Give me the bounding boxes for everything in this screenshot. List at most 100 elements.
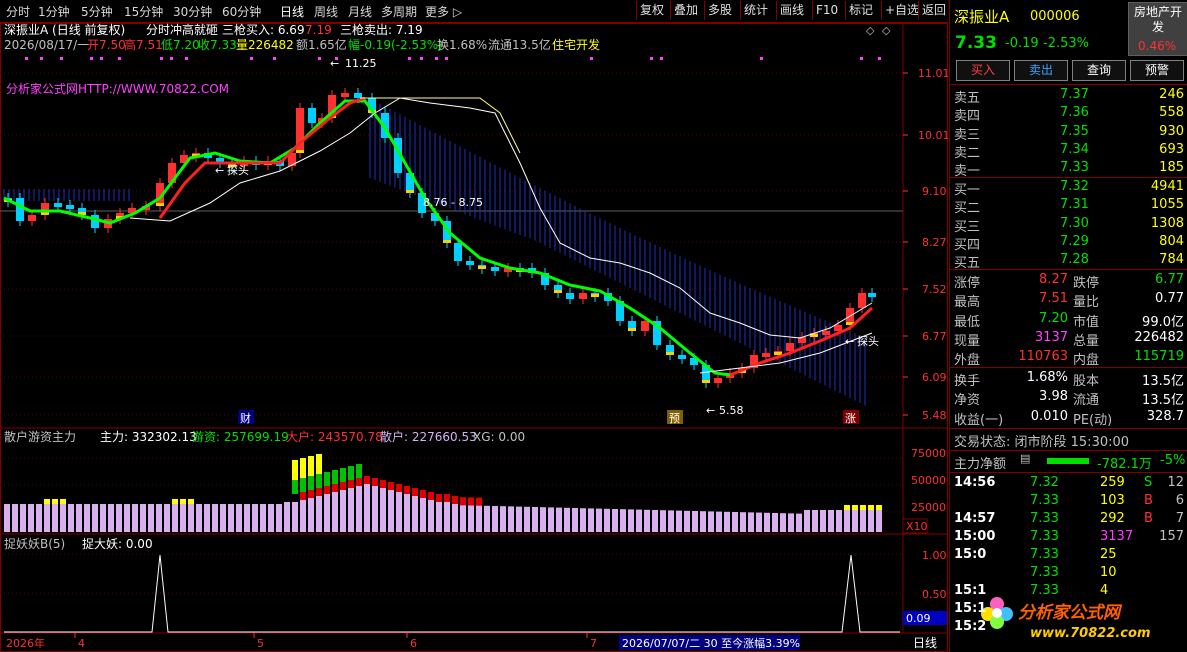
signal-dot — [60, 57, 63, 60]
book-row[interactable]: 卖一 7.33 185 — [950, 160, 1187, 179]
tab-daily[interactable]: 日线 — [280, 3, 304, 20]
tab-more[interactable]: 更多 ▷ — [425, 3, 462, 20]
overlay-button[interactable]: 叠加 — [670, 1, 701, 20]
period-toolbar: 分时 1分钟 5分钟 15分钟 30分钟 60分钟 日线 周线 月线 多周期 更… — [0, 0, 948, 23]
tick-cell: 25 — [1100, 547, 1117, 562]
tab-weekly[interactable]: 周线 — [314, 3, 338, 20]
book-row[interactable]: 买四 7.29 804 — [950, 233, 1187, 253]
y-tick: 9.10 — [922, 185, 947, 198]
query-button[interactable]: 查询 — [1072, 60, 1126, 81]
forecast-marker[interactable]: 预 — [669, 412, 680, 425]
tick-cell: 4 — [1100, 583, 1109, 598]
sanhu-value: 散户: 227660.53 — [380, 429, 477, 444]
book-row[interactable]: 卖二 7.34 693 — [950, 141, 1187, 161]
volume-bar-green — [324, 472, 330, 486]
volume-bar — [44, 504, 50, 532]
signal-dot — [408, 57, 411, 60]
multi-stock-button[interactable]: 多股 — [704, 1, 735, 20]
book-label: 卖二 — [954, 145, 981, 161]
candle-highlight — [406, 190, 414, 193]
high-mark: 11.25 — [345, 57, 377, 70]
period-label[interactable]: 日线 — [913, 636, 937, 650]
volume-bar-yellow — [60, 499, 66, 504]
buy-button[interactable]: 买入 — [956, 60, 1010, 81]
book-price: 7.37 — [1060, 87, 1089, 102]
tick-count: 7 — [1175, 511, 1184, 526]
tab-1min[interactable]: 1分钟 — [38, 3, 70, 20]
back-button[interactable]: 返回 — [918, 1, 949, 20]
probe-right-arrow: ← — [845, 335, 854, 348]
draw-line-button[interactable]: 画线 — [776, 1, 807, 20]
book-volume: 804 — [1159, 233, 1184, 249]
tab-multi-period[interactable]: 多周期 — [381, 3, 417, 20]
volume-bar — [196, 504, 202, 532]
zhuli-value: 主力: 332302.13 — [100, 430, 197, 444]
y-tick: 6.77 — [922, 330, 947, 343]
tab-30min[interactable]: 30分钟 — [173, 3, 212, 20]
tick-cell: B — [1144, 511, 1153, 526]
book-row[interactable]: 卖三 7.35 930 — [950, 124, 1187, 143]
tab-15min[interactable]: 15分钟 — [124, 3, 163, 20]
date-tick: 5 — [257, 637, 264, 650]
statistics-button[interactable]: 统计 — [740, 1, 771, 20]
stat-cell: 总量 — [1073, 333, 1100, 349]
candle-highlight — [156, 203, 164, 206]
diamond-icon[interactable]: ◇ — [866, 24, 875, 37]
signal-dot — [160, 57, 163, 60]
book-row[interactable]: 卖五 7.37 246 — [950, 87, 1187, 106]
tab-60min[interactable]: 60分钟 — [222, 3, 261, 20]
stat-row: 现量 3137 总量 226482 — [950, 330, 1187, 349]
kline-chart[interactable]: 深振业A (日线 前复权) 分时冲高就砸 三枪买入: 6.69 7.19 三枪卖… — [0, 23, 948, 652]
volume-bar — [164, 504, 170, 532]
mark-button[interactable]: 标记 — [845, 1, 876, 20]
volume-bar — [612, 509, 618, 532]
signal-dot — [420, 57, 423, 60]
book-row[interactable]: 买一 7.32 4941 — [950, 179, 1187, 198]
volume-bar-red — [324, 486, 330, 494]
tick-count: 6 — [1175, 493, 1184, 508]
volume-bar-red — [476, 497, 482, 506]
volume-bar — [260, 504, 266, 532]
probe-left-arrow: ← — [215, 164, 224, 177]
tab-monthly[interactable]: 月线 — [348, 3, 372, 20]
tick-cell: 7.33 — [1030, 529, 1059, 544]
candle — [714, 378, 722, 383]
tab-timeshare[interactable]: 分时 — [6, 3, 30, 20]
book-label: 买一 — [954, 183, 981, 198]
volume-bar — [668, 510, 674, 532]
candle — [28, 215, 36, 221]
book-price: 7.33 — [1060, 160, 1089, 176]
list-icon[interactable]: ▤ — [1020, 452, 1030, 465]
tab-5min[interactable]: 5分钟 — [81, 3, 113, 20]
close-icon[interactable]: ◇ — [882, 24, 891, 37]
volume-bar-green — [308, 476, 314, 490]
volume-bar — [156, 504, 162, 532]
restore-rights-button[interactable]: 复权 — [636, 1, 667, 20]
alert-button[interactable]: 预警 — [1130, 60, 1184, 81]
book-price: 7.34 — [1060, 141, 1089, 157]
volume-bar — [60, 504, 66, 532]
ohlc-low: 低7.20 — [161, 38, 200, 52]
book-row[interactable]: 买二 7.31 1055 — [950, 197, 1187, 216]
volume-bar-green — [316, 474, 322, 488]
book-row[interactable]: 买三 7.30 1308 — [950, 216, 1187, 235]
p2-tick: 25000 — [911, 501, 946, 514]
stat-cell: 6.77 — [1155, 272, 1184, 287]
finance-marker[interactable]: 财 — [240, 411, 251, 425]
volume-bar — [308, 498, 314, 532]
volume-bar-red — [332, 484, 338, 492]
sell-button[interactable]: 卖出 — [1014, 60, 1068, 81]
rise-marker[interactable]: 涨 — [845, 412, 856, 425]
moving-averages — [3, 96, 874, 377]
volume-bar — [532, 507, 538, 532]
book-row[interactable]: 卖四 7.36 558 — [950, 105, 1187, 124]
volume-bar — [28, 504, 34, 532]
f10-button[interactable]: F10 — [812, 1, 841, 20]
volume-bar-yellow — [52, 499, 58, 504]
y-tick: 5.48 — [922, 409, 947, 422]
volume-bar-red — [412, 488, 418, 496]
stat-cell: 0.010 — [1030, 408, 1068, 424]
range-label: 8.76 - 8.75 — [423, 196, 483, 209]
add-watchlist-button[interactable]: +自选 — [881, 1, 922, 20]
book-row[interactable]: 买五 7.28 784 — [950, 252, 1187, 271]
